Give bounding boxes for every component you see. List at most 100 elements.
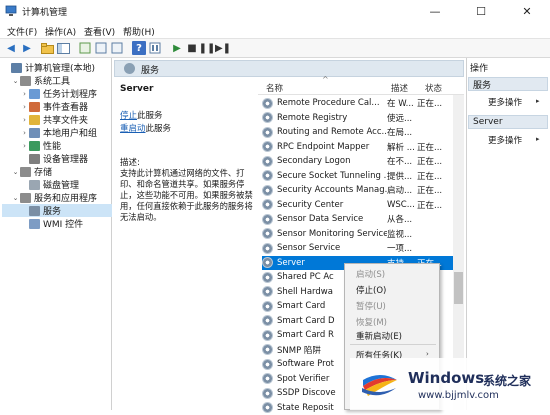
wmi-icon [29,219,40,229]
description-line: 印、和命名管道共享。如果服务停 [120,179,256,190]
service-row[interactable]: Sensor Service一项... [262,241,454,256]
export-icon[interactable] [94,41,108,55]
tree-item-label: 设备管理器 [43,152,88,165]
service-description: 在局... [387,126,417,138]
service-gear-icon [262,127,273,138]
tree-item-12[interactable]: WMI 控件 [2,217,112,230]
service-name: Routing and Remote Acc... [277,127,387,137]
expand-chevron-icon[interactable]: › [20,142,29,150]
tree-item-1[interactable]: ⌄ 系统工具 [2,74,112,87]
service-row[interactable]: Security CenterWSC...正在... [262,198,454,213]
actions-section-services[interactable]: 服务 [468,77,548,91]
service-name: Sensor Monitoring Service [277,229,387,239]
tree-item-6[interactable]: ›性能 [2,139,112,152]
properties-icon[interactable] [110,41,124,55]
tree-item-label: 存储 [34,165,52,178]
expand-chevron-icon[interactable]: ⌄ [11,77,20,85]
restart-icon[interactable]: ▶❚ [216,41,230,55]
expand-chevron-icon[interactable]: › [20,90,29,98]
menu-help[interactable]: 帮助(H) [123,25,155,38]
service-description: 解析 ... [387,141,417,153]
service-row[interactable]: Routing and Remote Acc...在局... [262,125,454,140]
tree-item-9[interactable]: 磁盘管理 [2,178,112,191]
restart-service-link[interactable]: 重启动 [120,124,146,134]
column-name[interactable]: 名称 [266,82,283,94]
tree-item-2[interactable]: ›任务计划程序 [2,87,112,100]
play-icon[interactable]: ▶ [170,41,184,55]
expand-chevron-icon[interactable]: › [20,103,29,111]
ctx-start[interactable]: 启动(S) [356,268,385,280]
forward-arrow-icon[interactable]: ▶ [20,41,34,55]
more-actions-server[interactable]: 更多操作 [488,134,522,146]
service-gear-icon [262,112,273,123]
service-gear-icon [262,257,273,268]
stop-service-link[interactable]: 停止 [120,111,137,121]
service-row[interactable]: Remote Registry使远... [262,111,454,126]
restart-service-line: 重启动此服务 [120,122,171,134]
help-icon[interactable]: ? [132,41,146,55]
service-row[interactable]: Sensor Monitoring Service监视... [262,227,454,242]
ctx-restart[interactable]: 重新启动(E) [356,330,402,342]
ctx-stop[interactable]: 停止(O) [356,284,386,296]
pause-icon[interactable]: ❚❚ [200,41,214,55]
tree-item-label: 系统工具 [34,74,70,87]
tree-item-7[interactable]: 设备管理器 [2,152,112,165]
minimize-icon[interactable]: — [412,0,458,22]
service-row[interactable]: Remote Procedure Cal...在 W...正在... [262,96,454,111]
service-gear-icon [262,170,273,181]
actions-section-server[interactable]: Server [468,115,548,129]
tree-item-5[interactable]: ›本地用户和组 [2,126,112,139]
menu-view[interactable]: 查看(V) [84,25,115,38]
tree-item-8[interactable]: ⌄ 存储 [2,165,112,178]
ctx-pause[interactable]: 暂停(U) [356,300,386,312]
service-status: 正在... [417,141,445,153]
menu-action[interactable]: 操作(A) [45,25,76,38]
tree-item-10[interactable]: ⌄ 服务和应用程序 [2,191,112,204]
console-view-icon[interactable] [148,41,162,55]
folder-up-icon[interactable] [40,41,54,55]
service-name: RPC Endpoint Mapper [277,142,387,152]
tree-item-3[interactable]: ›事件查看器 [2,100,112,113]
tree-item-0[interactable]: 计算机管理(本地) [2,61,112,74]
service-gear-icon [262,214,273,225]
stop-icon[interactable]: ■ [185,41,199,55]
ctx-resume[interactable]: 恢复(M) [356,316,387,328]
service-status: 正在... [417,170,445,182]
service-description: 在 W... [387,97,417,109]
console-tree-icon[interactable] [56,41,70,55]
expand-chevron-icon[interactable]: › [20,129,29,137]
computer-icon [11,63,22,73]
tree-item-11[interactable]: 服务 [2,204,112,217]
service-gear-icon [262,156,273,167]
tree-item-label: 计算机管理(本地) [25,61,95,74]
menu-file[interactable]: 文件(F) [7,25,37,38]
scrollbar-thumb[interactable] [454,272,463,304]
service-row[interactable]: Sensor Data Service从各... [262,212,454,227]
service-description: 启动... [387,184,417,196]
tree-item-4[interactable]: ›共享文件夹 [2,113,112,126]
tree-item-label: WMI 控件 [43,217,83,230]
expand-chevron-icon[interactable]: ⌄ [11,168,20,176]
service-row[interactable]: Secure Socket Tunneling ...提供...正在... [262,169,454,184]
submenu-arrow-icon: ▸ [536,97,540,105]
service-row[interactable]: Security Accounts Manag...启动...正在... [262,183,454,198]
service-row[interactable]: Secondary Logon在不...正在... [262,154,454,169]
device-manager-icon [29,154,40,164]
back-arrow-icon[interactable]: ◀ [4,41,18,55]
tree-item-label: 服务和应用程序 [34,191,97,204]
column-status[interactable]: 状态 [425,82,442,94]
more-actions-services[interactable]: 更多操作 [488,96,522,108]
watermark-url: www.bjjmlv.com [418,390,499,401]
menu-bar [0,22,550,38]
service-description: 一项... [387,242,417,254]
expand-chevron-icon[interactable]: › [20,116,29,124]
column-description[interactable]: 描述 [391,82,408,94]
service-row[interactable]: RPC Endpoint Mapper解析 ...正在... [262,140,454,155]
service-name: Security Center [277,200,387,210]
sort-caret-icon: ^ [322,75,329,84]
service-gear-icon [262,373,273,384]
refresh-icon[interactable] [78,41,92,55]
close-icon[interactable]: ✕ [504,0,550,22]
expand-chevron-icon[interactable]: ⌄ [11,194,20,202]
maximize-icon[interactable]: ☐ [458,0,504,22]
